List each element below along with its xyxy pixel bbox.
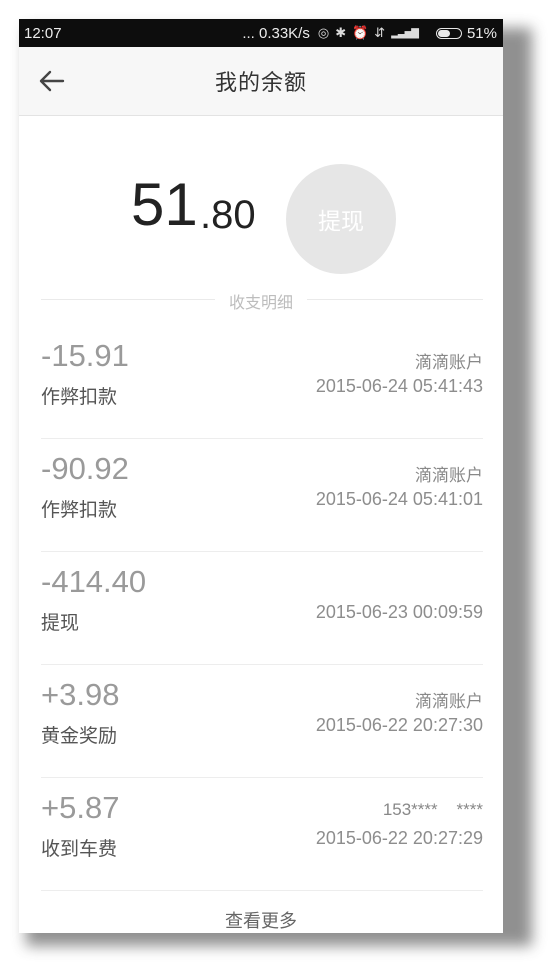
status-bar: 12:07 ... 0.33K/s ◎ ✱ ⏰ ⇵ ▂▃▅▇ 51% [19,19,503,47]
transaction-time: 2015-06-24 05:41:01 [315,489,483,509]
transaction-amount: -15.91 [41,338,129,373]
transaction-row[interactable]: -414.40 提现 2015-06-23 00:09:59 [41,552,483,665]
data-saver-icon: ◎ [317,25,330,40]
transaction-description: 提现 [41,612,80,634]
transaction-source: 滴滴账户 [415,692,483,711]
transaction-time: 2015-06-24 05:41:43 [315,376,483,396]
alarm-icon: ⏰ [352,25,369,40]
balance-integer: 51 [131,171,198,238]
transaction-amount: -414.40 [41,564,147,599]
transaction-row[interactable]: +5.87 收到车费 153**** **** 2015-06-22 20:27… [41,778,483,891]
section-header: 收支明细 [19,266,503,326]
transaction-description: 收到车费 [41,838,118,860]
transaction-source: 滴滴账户 [415,353,483,372]
section-title: 收支明细 [214,289,308,313]
transaction-row[interactable]: -15.91 作弊扣款 滴滴账户 2015-06-24 05:41:43 [41,326,483,439]
balance-decimal: .80 [200,193,256,237]
status-time: 12:07 [24,24,62,42]
view-more-link[interactable]: 查看更多 [19,907,503,933]
page-title: 我的余额 [214,71,307,96]
battery-icon [435,27,462,39]
arrow-left-icon [39,70,65,92]
transaction-time: 2015-06-22 20:27:29 [315,828,483,848]
transaction-description: 黄金奖励 [41,725,118,747]
transaction-time: 2015-06-23 00:09:59 [315,602,483,622]
transaction-source: 滴滴账户 [415,466,483,485]
balance-panel: 51 .80 提现 [19,116,503,274]
phone-screen: 12:07 ... 0.33K/s ◎ ✱ ⏰ ⇵ ▂▃▅▇ 51% 我的余额 … [19,19,503,933]
transaction-amount: +3.98 [41,677,120,712]
back-button[interactable] [37,67,67,95]
transaction-row[interactable]: +3.98 黄金奖励 滴滴账户 2015-06-22 20:27:30 [41,665,483,778]
bluetooth-icon: ✱ [335,25,347,40]
title-bar: 我的余额 [19,47,503,116]
battery-level [437,29,451,37]
network-speed: ... 0.33K/s [242,24,310,42]
signal-icon: ▂▃▅▇ [391,27,419,39]
withdraw-button[interactable]: 提现 [286,164,396,274]
transaction-source: 153**** **** [382,800,483,819]
vibrate-icon: ⇵ [374,25,386,40]
transaction-amount: -90.92 [41,451,129,486]
transaction-amount: +5.87 [41,790,120,825]
transaction-time: 2015-06-22 20:27:30 [315,715,483,735]
transaction-row[interactable]: -90.92 作弊扣款 滴滴账户 2015-06-24 05:41:01 [41,439,483,552]
transaction-list: -15.91 作弊扣款 滴滴账户 2015-06-24 05:41:43 -90… [19,326,503,891]
transaction-description: 作弊扣款 [41,499,118,521]
battery-percent: 51% [466,24,497,42]
transaction-description: 作弊扣款 [41,386,118,408]
status-icons: ... 0.33K/s ◎ ✱ ⏰ ⇵ ▂▃▅▇ 51% [242,25,497,42]
